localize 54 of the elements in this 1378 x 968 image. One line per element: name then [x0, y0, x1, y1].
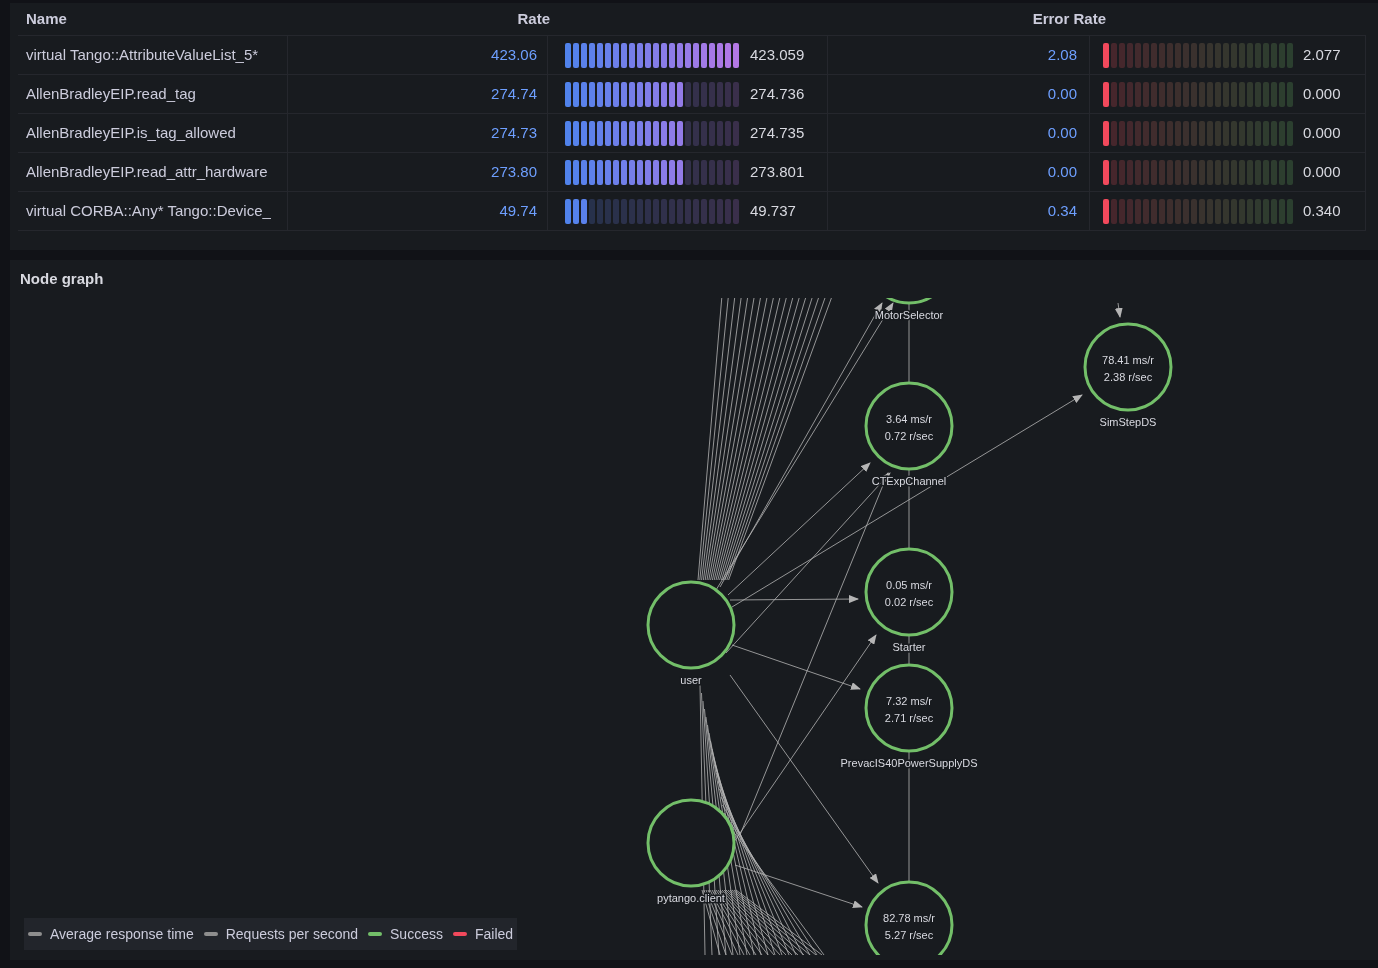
rate-reading: 274.735 — [750, 122, 805, 143]
node-stat: 2.71 r/sec — [884, 712, 934, 724]
legend-label: Requests per second — [225, 924, 359, 944]
rate-reading: 274.736 — [750, 83, 805, 104]
node-stat: 7.32 ms/r — [886, 695, 932, 707]
column-header[interactable]: Rate — [288, 7, 550, 31]
node-circle[interactable] — [864, 547, 954, 637]
legend-label: Success — [390, 924, 443, 944]
error-rate-cell-text: 2.08 — [1047, 44, 1077, 65]
node-circle[interactable] — [864, 381, 954, 471]
node-stat: 5.27 r/sec — [884, 929, 934, 941]
error-rate-reading: 0.340 — [1303, 200, 1341, 221]
rate-reading: 49.737 — [750, 200, 796, 221]
node-circle[interactable] — [1083, 322, 1173, 412]
node-stat: 0.72 r/sec — [884, 430, 934, 442]
name-cell-text: AllenBradleyEIP.read_attr_hardware — [26, 161, 268, 182]
node-circle[interactable] — [864, 663, 954, 753]
rate-cell-text: 423.06 — [491, 44, 537, 65]
error-rate-reading: 0.000 — [1303, 83, 1341, 104]
panel-title: Node graph — [20, 270, 104, 287]
error-rate-cell-text: 0.00 — [1047, 122, 1077, 143]
rate-cell-text: 274.73 — [491, 122, 537, 143]
node-stat: 78.41 ms/r — [1102, 354, 1154, 366]
column-header[interactable]: Error Rate — [800, 7, 1106, 31]
error-rate-cell-text: 0.34 — [1047, 200, 1077, 221]
rate-cell-text: 273.80 — [491, 161, 537, 182]
node-stat: 2.38 r/sec — [1103, 371, 1153, 383]
name-cell-text: AllenBradleyEIP.read_tag — [26, 83, 196, 104]
node-label: SimStepDS — [1099, 416, 1157, 428]
node-stat: 0.02 r/sec — [884, 596, 934, 608]
error-rate-reading: 0.000 — [1303, 161, 1341, 182]
node-stat: 82.78 ms/r — [883, 912, 935, 924]
error-rate-reading: 2.077 — [1303, 44, 1341, 65]
rate-reading: 273.801 — [750, 161, 805, 182]
name-cell-text: virtual Tango::AttributeValueList_5* — [26, 44, 259, 65]
error-rate-reading: 0.000 — [1303, 122, 1341, 143]
node-label: Starter — [892, 641, 926, 653]
rate-reading: 423.059 — [750, 44, 805, 65]
name-cell-text: AllenBradleyEIP.is_tag_allowed — [26, 122, 236, 143]
rate-cell-text: 49.74 — [499, 200, 537, 221]
error-rate-cell-text: 0.00 — [1047, 83, 1077, 104]
node-label: user — [680, 674, 702, 686]
legend-label: Average response time — [50, 924, 194, 944]
rate-cell-text: 274.74 — [491, 83, 537, 104]
node-stat: 3.64 ms/r — [886, 413, 932, 425]
error-rate-cell-text: 0.00 — [1047, 161, 1077, 182]
node-label: MotorSelector — [874, 309, 944, 321]
column-header[interactable]: Name — [18, 7, 288, 31]
name-cell-text: virtual CORBA::Any* Tango::Device_ — [26, 200, 271, 221]
node-circle[interactable] — [646, 580, 736, 670]
node-label: PrevacIS40PowerSupplyDS — [840, 757, 978, 769]
node-stat: 0.05 ms/r — [886, 579, 932, 591]
node-circle[interactable] — [646, 798, 736, 888]
legend-label: Failed — [474, 924, 514, 944]
